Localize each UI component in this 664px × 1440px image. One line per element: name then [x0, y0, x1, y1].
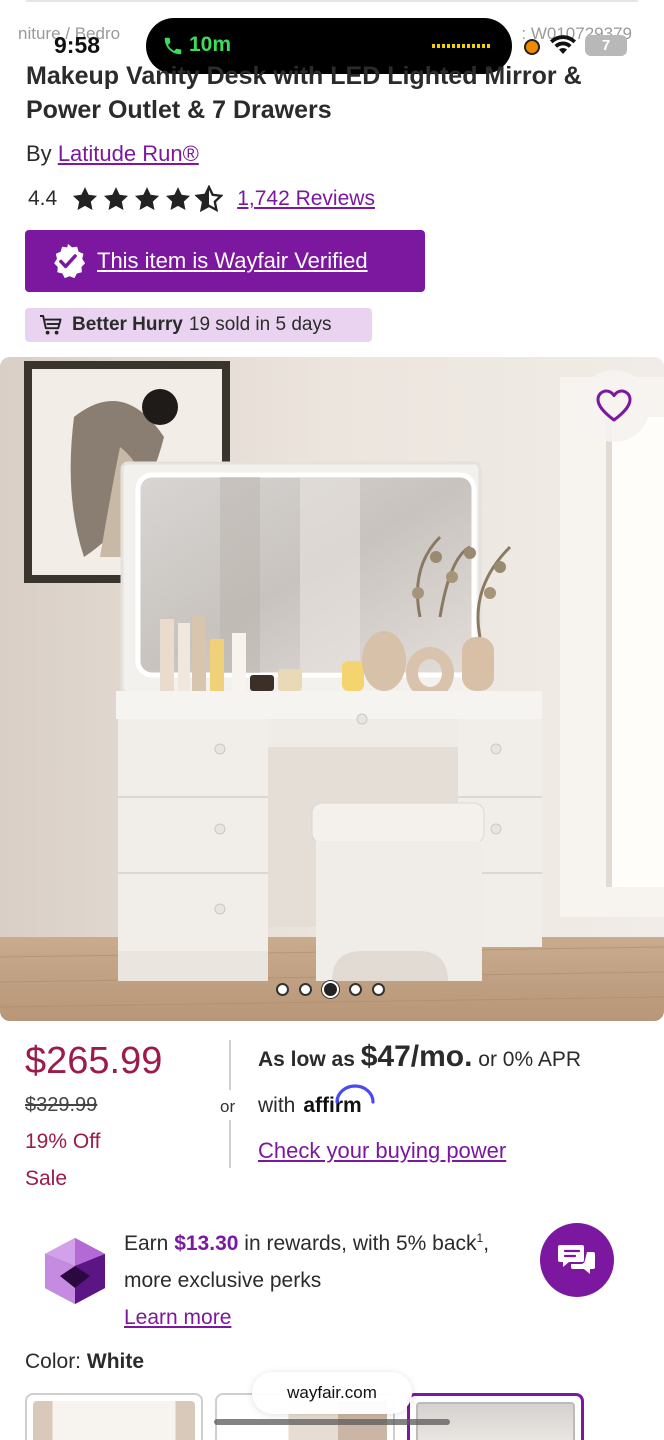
- carousel-dot[interactable]: [276, 983, 289, 996]
- original-price: $329.99: [25, 1094, 98, 1116]
- affirm-arc-icon: [335, 1084, 375, 1104]
- vanity-photo: [0, 357, 664, 1021]
- selected-color: White: [86, 1350, 145, 1373]
- learn-more-link[interactable]: Learn more: [124, 1306, 231, 1329]
- star-full-icon: [73, 187, 98, 210]
- divider: [229, 1040, 231, 1090]
- chat-icon: [558, 1245, 595, 1274]
- page-top-edge: [26, 0, 638, 2]
- audio-waveform: [432, 44, 492, 48]
- carousel-dot[interactable]: [299, 983, 312, 996]
- star-full-icon: [135, 187, 160, 210]
- clock: 9:58: [54, 32, 101, 58]
- call-duration: 10m: [189, 33, 232, 56]
- browser-url-bar[interactable]: wayfair.com: [252, 1372, 412, 1414]
- color-selector-label: Color: White: [25, 1350, 144, 1374]
- divider: [229, 1120, 231, 1168]
- carousel-dot[interactable]: [349, 983, 362, 996]
- as-low-as-label: As low as: [258, 1048, 355, 1071]
- cart-icon: [40, 315, 62, 335]
- rewards-message: Earn $13.30 in rewards, with 5% back1, m…: [124, 1220, 554, 1336]
- carousel-dot[interactable]: [372, 983, 385, 996]
- rewards-description: in rewards, with 5% back: [244, 1232, 477, 1255]
- brand-link[interactable]: Latitude Run®: [58, 141, 199, 166]
- brand-line: By Latitude Run®: [26, 141, 199, 167]
- rating-row[interactable]: 4.4 1,742 Reviews: [28, 180, 375, 218]
- image-carousel-dots[interactable]: [276, 981, 385, 998]
- rewards-gem-icon: [45, 1238, 105, 1304]
- star-rating: [71, 185, 224, 213]
- star-full-icon: [104, 187, 129, 210]
- earn-label: Earn: [124, 1232, 169, 1255]
- product-title-line2: Power Outlet & 7 Drawers: [26, 96, 332, 124]
- affirm-line: with affirm: [258, 1084, 375, 1118]
- home-indicator[interactable]: [214, 1419, 450, 1425]
- star-half-icon: [195, 185, 224, 213]
- product-image[interactable]: [0, 357, 664, 1021]
- hurry-detail: 19 sold in 5 days: [188, 314, 332, 335]
- product-title-line1: Makeup Vanity Desk with LED Lighted Mirr…: [26, 62, 582, 90]
- color-swatch[interactable]: [25, 1393, 203, 1440]
- better-hurry-badge: Better Hurry 19 sold in 5 days: [25, 308, 372, 342]
- phone-icon: [164, 37, 182, 55]
- rating-value: 4.4: [28, 187, 58, 210]
- reviews-link[interactable]: 1,742 Reviews: [237, 187, 375, 211]
- star-full-icon: [166, 187, 191, 210]
- comma: ,: [483, 1232, 490, 1255]
- hurry-title: Better Hurry: [72, 314, 183, 335]
- recording-indicator-icon: [524, 39, 540, 55]
- favorite-button[interactable]: [578, 370, 650, 442]
- title-scrolled: Makeup Vanity Desk with LED Lighted Mirr…: [0, 58, 664, 92]
- wayfair-verified-button[interactable]: This item is Wayfair Verified: [25, 230, 425, 292]
- battery-icon: 7: [585, 35, 627, 56]
- verified-badge-icon: [54, 243, 86, 279]
- by-label: By: [26, 141, 52, 166]
- or-label: or: [220, 1097, 236, 1116]
- apr-label: or 0% APR: [478, 1048, 582, 1071]
- status-bar: niture / Bedro : W010729379 9:58 10m 7 M…: [0, 0, 664, 92]
- color-label: Color:: [25, 1350, 82, 1373]
- color-swatch-selected[interactable]: [407, 1393, 584, 1440]
- rewards-perks: more exclusive perks: [124, 1269, 322, 1292]
- carousel-dot-active[interactable]: [322, 981, 339, 998]
- discount-label: 19% Off: [25, 1130, 101, 1153]
- sale-label: Sale: [25, 1167, 68, 1190]
- wifi-icon: [550, 35, 576, 54]
- affirm-logo: affirm: [303, 1084, 375, 1118]
- rewards-amount: $13.30: [174, 1232, 239, 1255]
- chat-button[interactable]: [540, 1223, 614, 1297]
- check-buying-power-link[interactable]: Check your buying power: [258, 1138, 506, 1164]
- heart-icon: [596, 389, 632, 422]
- verified-label: This item is Wayfair Verified: [97, 248, 368, 273]
- financing-offer: As low as $47/mo. or 0% APR: [258, 1040, 581, 1074]
- current-price: $265.99: [25, 1040, 163, 1082]
- with-label: with: [258, 1094, 296, 1117]
- monthly-payment: $47/mo.: [360, 1040, 473, 1073]
